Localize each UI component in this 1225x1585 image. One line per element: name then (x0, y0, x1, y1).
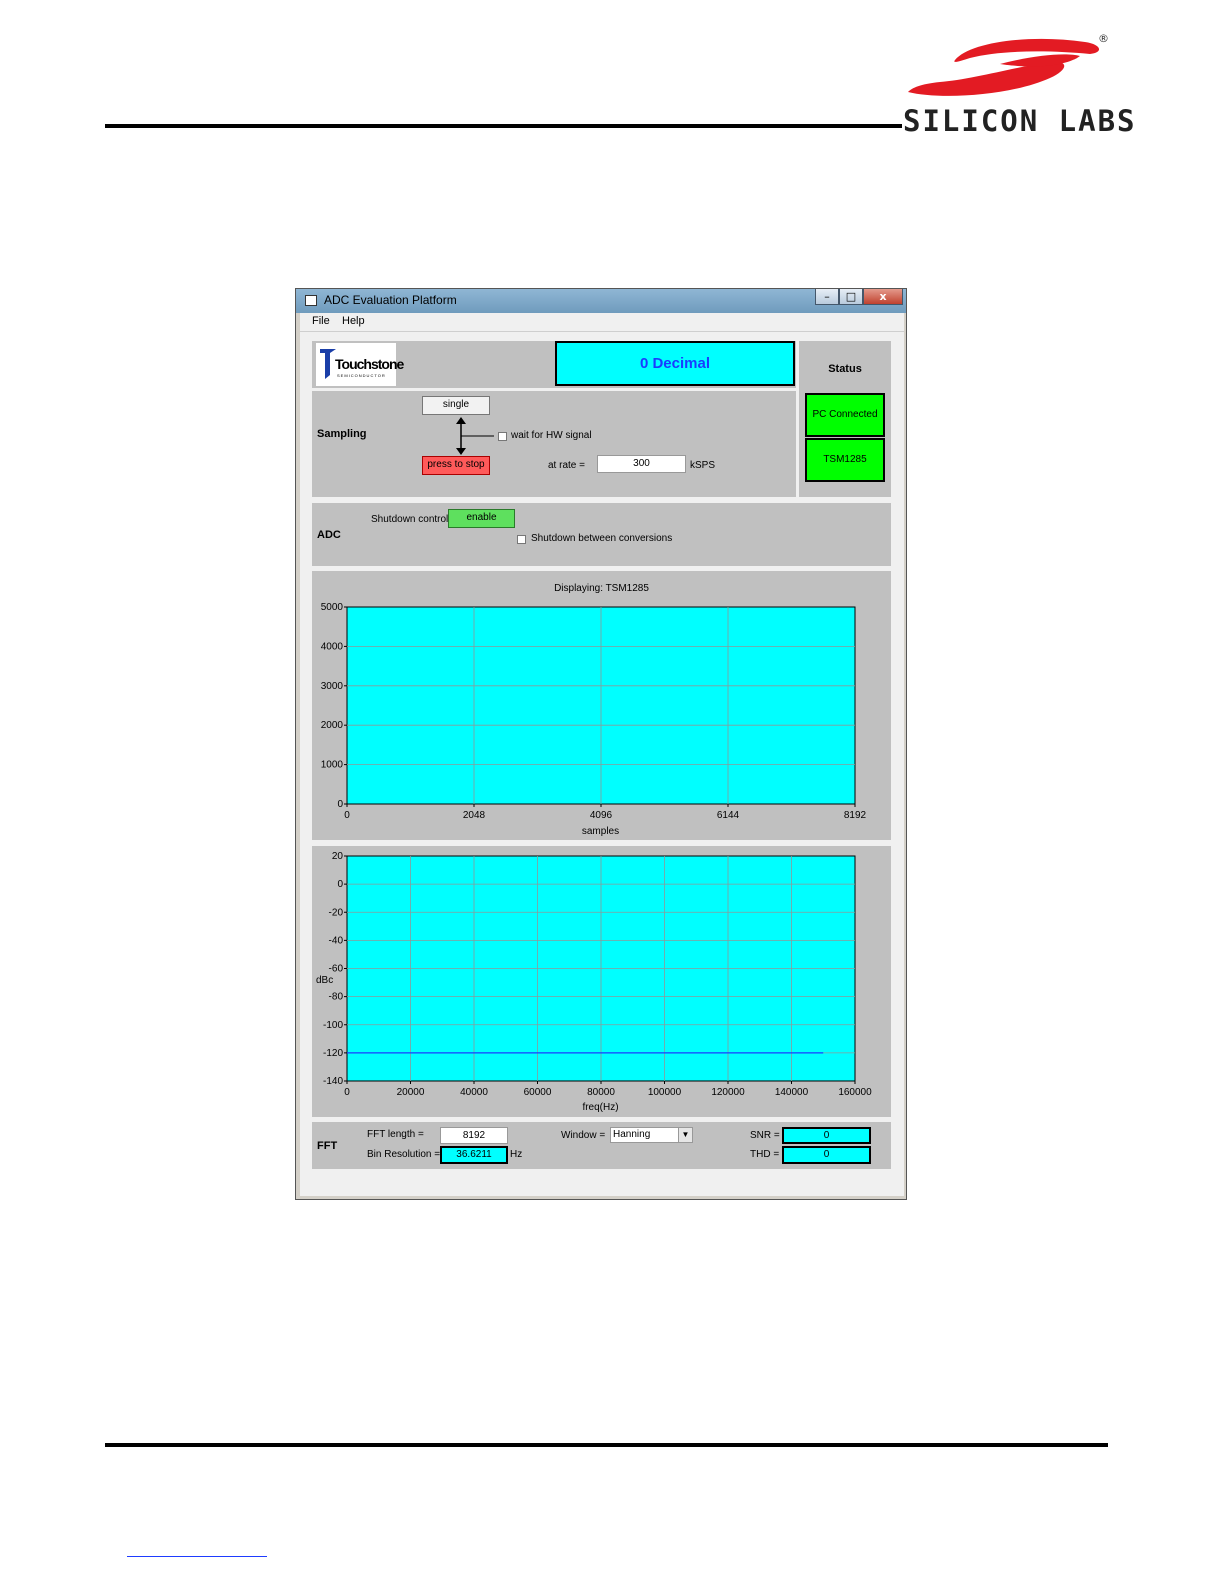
touchstone-logo-text: Touchstone (335, 356, 404, 372)
device-indicator: TSM1285 (805, 438, 885, 482)
chevron-down-icon[interactable]: ▼ (678, 1128, 692, 1142)
registered-mark: ® (1098, 32, 1109, 45)
fft-chart-xtick-label: 120000 (711, 1087, 745, 1098)
bin-resolution-value: 36.6211 (440, 1146, 508, 1164)
adc-panel: ADC Shutdown control enable Shutdown bet… (312, 503, 891, 566)
rate-input[interactable]: 300 (597, 455, 686, 473)
shutdown-enable-button[interactable]: enable (448, 509, 515, 528)
rate-label: at rate = (548, 460, 585, 471)
fft-chart-xlabel: freq(Hz) (582, 1102, 619, 1113)
maximize-button[interactable]: □ (839, 289, 863, 305)
silicon-labs-logo (900, 30, 1110, 108)
adc-title: ADC (317, 529, 341, 541)
time-chart-xtick-label: 6144 (717, 810, 740, 821)
fft-chart-ytick-label: -60 (329, 964, 344, 975)
shutdown-control-label: Shutdown control (371, 514, 449, 525)
snr-label: SNR = (750, 1130, 780, 1141)
menu-bar: File Help (300, 313, 904, 332)
fft-chart-xtick-label: 60000 (524, 1087, 552, 1098)
fft-controls-panel: FFT FFT length = 8192 Bin Resolution = 3… (312, 1122, 891, 1169)
window-label: Window = (561, 1130, 606, 1141)
minimize-button[interactable]: – (815, 289, 839, 305)
bin-resolution-unit: Hz (510, 1149, 523, 1160)
time-chart-xtick-label: 4096 (590, 810, 613, 821)
touchstone-logo: Touchstone SEMICONDUCTOR (316, 343, 404, 386)
fft-chart: 0 20000 40000 60000 80000 100000 120000 140000 1… (323, 851, 872, 1098)
fft-chart-xtick-label: 20000 (397, 1087, 425, 1098)
rate-unit: kSPS (690, 460, 716, 471)
fft-chart-xtick-label: 100000 (648, 1087, 682, 1098)
menu-file[interactable]: File (312, 315, 330, 327)
fft-chart-xtick-label: 80000 (587, 1087, 615, 1098)
fft-chart-ytick-label: -80 (329, 992, 344, 1003)
client-area: Touchstone SEMICONDUCTOR 0 Decimal Statu… (300, 332, 904, 1196)
hw-signal-checkbox[interactable] (498, 432, 507, 441)
fft-chart-panel: 0 20000 40000 60000 80000 100000 120000 140000 1… (312, 846, 891, 1117)
time-chart-xtick-label: 0 (344, 810, 350, 821)
time-chart-ytick-label: 3000 (321, 681, 344, 692)
shutdown-between-checkbox[interactable] (517, 535, 526, 544)
fft-chart-ytick-label: -140 (323, 1076, 343, 1087)
time-chart-xlabel: samples (581, 826, 620, 837)
window-select-value: Hanning (613, 1129, 651, 1140)
thd-value: 0 (782, 1146, 871, 1164)
app-window: ADC Evaluation Platform – □ x File Help … (295, 288, 907, 1200)
time-chart-xtick-label: 2048 (463, 810, 486, 821)
time-chart-ytick-label: 0 (337, 799, 343, 810)
display-mode-box[interactable]: 0 Decimal (555, 341, 795, 386)
single-button[interactable]: single (422, 396, 490, 415)
silicon-labs-wordmark: SILICON LABS (903, 104, 1137, 138)
fft-chart-xtick-label: 140000 (775, 1087, 809, 1098)
fft-chart-ytick-label: 20 (332, 851, 344, 862)
fft-length-input[interactable]: 8192 (440, 1127, 508, 1144)
footer-rule (105, 1443, 1108, 1447)
close-button[interactable]: x (863, 289, 903, 305)
fft-title: FFT (317, 1140, 338, 1152)
time-chart-panel: Displaying: TSM1285 0 2048 4096 6144 8192 0 10… (312, 571, 891, 840)
fft-chart-xtick-label: 40000 (460, 1087, 488, 1098)
title-bar[interactable]: ADC Evaluation Platform – □ x (296, 289, 906, 313)
snr-value: 0 (782, 1127, 871, 1144)
time-domain-chart: 0 2048 4096 6144 8192 0 1000 2000 3000 4000 5000 (321, 602, 867, 821)
sampling-title: Sampling (317, 428, 367, 440)
sampling-panel: Sampling single wait for HW signal press… (312, 391, 796, 497)
time-chart-ytick-label: 5000 (321, 602, 344, 613)
pc-connected-indicator: PC Connected (805, 393, 885, 437)
bin-resolution-label: Bin Resolution = (367, 1149, 441, 1160)
status-title: Status (828, 363, 862, 375)
shutdown-between-label: Shutdown between conversions (531, 533, 673, 544)
time-chart-ytick-label: 1000 (321, 760, 344, 771)
fft-length-label: FFT length = (367, 1129, 424, 1140)
fft-chart-ylabel: dBc (316, 975, 334, 986)
touchstone-logo-sub: SEMICONDUCTOR (337, 373, 386, 378)
fft-chart-xtick-label: 160000 (838, 1087, 872, 1098)
time-chart-xtick-label: 8192 (844, 810, 867, 821)
silicon-labs-swoosh (908, 38, 1100, 96)
press-to-stop-button[interactable]: press to stop (422, 456, 490, 475)
status-panel: Status PC Connected TSM1285 (799, 341, 891, 497)
window-icon (305, 295, 317, 306)
footer-link-underline (127, 1556, 267, 1557)
fft-chart-ytick-label: -100 (323, 1020, 343, 1031)
hw-signal-label: wait for HW signal (511, 430, 592, 441)
fft-chart-xtick-label: 0 (344, 1087, 350, 1098)
fft-chart-ytick-label: -120 (323, 1048, 343, 1059)
header-panel: Touchstone SEMICONDUCTOR 0 Decimal (312, 341, 796, 388)
window-select[interactable]: Hanning ▼ (610, 1127, 693, 1143)
header-rule (105, 124, 902, 128)
menu-help[interactable]: Help (342, 315, 365, 327)
fft-chart-ytick-label: -40 (329, 935, 344, 946)
thd-label: THD = (750, 1149, 780, 1160)
time-chart-ytick-label: 4000 (321, 641, 344, 652)
time-chart-ytick-label: 2000 (321, 720, 344, 731)
fft-chart-ytick-label: -20 (329, 907, 344, 918)
fft-chart-ytick-label: 0 (337, 879, 343, 890)
window-title: ADC Evaluation Platform (324, 293, 457, 307)
sampling-arrow-icon (456, 417, 494, 455)
